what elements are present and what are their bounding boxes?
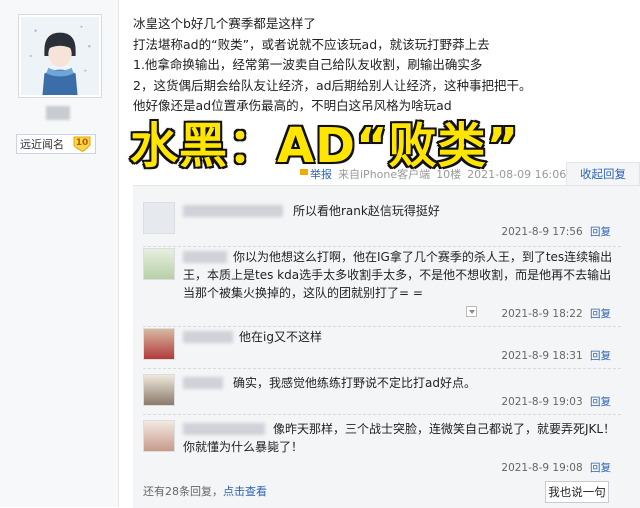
replies-panel: 所以看他rank赵信玩得挺好 2021-8-9 17:56 回复 你以为他想这么… [133, 185, 640, 508]
reply-avatar[interactable] [143, 420, 175, 452]
write-reply-button[interactable]: 我也说一句 [545, 481, 609, 503]
reply-meta: 2021-8-9 18:31 回复 [501, 348, 611, 363]
post-line-2: 打法堪称ad的“败类”，或者说就不应该玩ad，就该玩打野莽上去 [133, 36, 490, 52]
post-floor: 10楼 [436, 168, 462, 181]
reply-item: 像昨天那样，三个战士突脸，连微笑自己都说了，就要弄死JKL！你就懂为什么暴毙了！… [143, 420, 621, 476]
divider [143, 368, 621, 369]
reply-meta: 2021-8-9 18:22 回复 [501, 306, 611, 321]
reply-item: 确实，我感觉他练练打野说不定比打ad好点。 2021-8-9 19:03 回复 [143, 374, 621, 415]
more-replies-count: 还有28条回复， [143, 485, 223, 498]
reply-time: 2021-8-9 17:56 [501, 226, 583, 238]
reply-avatar[interactable] [143, 248, 175, 280]
post-line-1: 冰皇这个b好几个赛季都是这样了 [133, 16, 316, 31]
report-label: 举报 [310, 168, 332, 181]
flag-icon [300, 169, 308, 179]
reply-text: 他在ig又不这样 [239, 330, 322, 344]
reply-text: 像昨天那样，三个战士突脸，连微笑自己都说了，就要弄死JKL！你就懂为什么暴毙了！ [183, 422, 616, 454]
reply-button[interactable]: 回复 [590, 396, 611, 408]
report-link[interactable]: 举报 [300, 166, 332, 182]
avatar[interactable] [18, 14, 102, 98]
reply-avatar[interactable] [143, 374, 175, 406]
level-badge[interactable]: 远近闻名 10 [16, 134, 96, 154]
reply-time: 2021-8-9 18:31 [501, 350, 583, 362]
reply-text: 确实，我感觉他练练打野说不定比打ad好点。 [233, 376, 476, 390]
reply-button[interactable]: 回复 [590, 350, 611, 362]
reply-text: 你以为他想这么打啊，他在IG拿了几个赛季的杀人王，到了tes连续输出王，本质上是… [183, 250, 613, 300]
user-sidebar: 远近闻名 10 [0, 0, 119, 507]
avatar-illustration [21, 17, 99, 95]
post-line-4: 2，这货偶后期会给队友让经济，ad后期给别人让经济，这种事把把干。 [133, 77, 532, 93]
reply-text: 所以看他rank赵信玩得挺好 [293, 204, 440, 218]
divider [143, 414, 621, 415]
post-content: 冰皇这个b好几个赛季都是这样了 打法堪称ad的“败类”，或者说就不应该玩ad，就… [133, 14, 633, 117]
reply-time: 2021-8-9 19:08 [501, 462, 583, 474]
post-source: 来自iPhone客户端 [338, 168, 431, 181]
reply-item: 所以看他rank赵信玩得挺好 2021-8-9 17:56 回复 [143, 202, 621, 248]
reply-meta: 2021-8-9 19:08 回复 [501, 460, 611, 475]
level-title: 远近闻名 [20, 138, 64, 151]
more-replies: 还有28条回复，点击查看 [143, 483, 267, 499]
reply-avatar[interactable] [143, 202, 175, 234]
reply-time: 2021-8-9 19:03 [501, 396, 583, 408]
level-number-badge: 10 [73, 136, 91, 152]
reply-meta: 2021-8-9 19:03 回复 [501, 394, 611, 409]
level-number: 10 [75, 138, 89, 148]
reply-button[interactable]: 回复 [590, 462, 611, 474]
post-line-3: 1.他拿命换输出，经常第一波卖自己给队友收割，刷输出确实多 [133, 57, 483, 72]
reply-button[interactable]: 回复 [590, 226, 611, 238]
divider [143, 246, 621, 247]
username-redacted [46, 106, 70, 120]
reply-avatar[interactable] [143, 328, 175, 360]
reply-button[interactable]: 回复 [590, 308, 611, 320]
collapse-replies-button[interactable]: 收起回复 [566, 162, 640, 187]
reply-item: 你以为他想这么打啊，他在IG拿了几个赛季的杀人王，到了tes连续输出王，本质上是… [143, 248, 621, 327]
reply-meta: 2021-8-9 17:56 回复 [501, 224, 611, 239]
reply-item: 他在ig又不这样 2021-8-9 18:31 回复 [143, 328, 621, 369]
view-more-link[interactable]: 点击查看 [223, 485, 267, 498]
chevron-down-icon[interactable] [466, 306, 477, 317]
post-meta: 举报 来自iPhone客户端 10楼 2021-08-09 16:06 [300, 166, 566, 182]
post-time: 2021-08-09 16:06 [467, 167, 567, 181]
divider [143, 326, 621, 327]
reply-time: 2021-8-9 18:22 [501, 308, 583, 320]
